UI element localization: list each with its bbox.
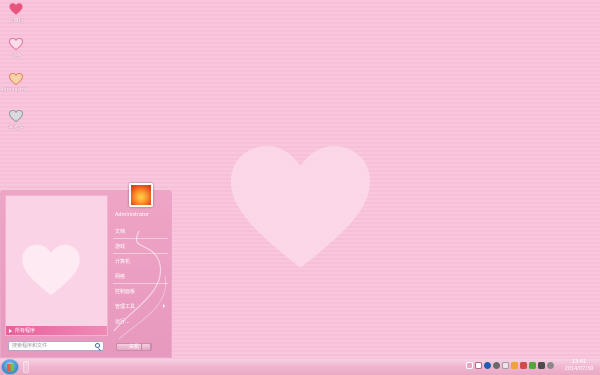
shutdown-label: 关机 — [128, 344, 139, 350]
taskbar-clock[interactable]: 13:41 2014/07/30 — [562, 359, 596, 373]
right-item-admin-tools[interactable]: 管理工具 — [115, 303, 165, 310]
network-tray-icon[interactable] — [502, 362, 509, 369]
search-placeholder: 搜索程序和文件 — [12, 343, 48, 349]
desktop-icon-label: 计算机 — [8, 18, 24, 24]
desktop-icon-label: 网络 — [10, 53, 21, 59]
wallpaper-heart-icon — [230, 146, 371, 268]
right-item-label: 管理工具 — [115, 304, 136, 310]
right-item-administrator[interactable]: Administrator — [115, 212, 149, 218]
flag-icon[interactable] — [511, 362, 518, 369]
all-programs-label: 所有程序 — [15, 328, 36, 334]
help-icon[interactable] — [484, 362, 491, 369]
network-heart-icon — [9, 38, 23, 50]
recycle-bin-heart-icon — [9, 110, 23, 122]
taskbar — [0, 358, 600, 375]
right-item-documents[interactable]: 文档 — [115, 228, 125, 235]
language-icon[interactable] — [475, 362, 482, 369]
menu-divider — [113, 283, 168, 284]
taskbar-pinned-item[interactable] — [23, 361, 29, 373]
monitor-icon[interactable] — [538, 362, 545, 369]
start-menu: 所有程序 搜索程序和文件 Administrator 文档 游戏 计算机 网络 … — [0, 183, 172, 358]
security-icon[interactable] — [520, 362, 527, 369]
app-tray-icon[interactable] — [529, 362, 536, 369]
start-menu-programs-pane: 所有程序 — [5, 195, 108, 336]
start-button[interactable] — [1, 359, 19, 375]
user-avatar[interactable] — [129, 183, 153, 207]
right-item-control-panel[interactable]: 控制面板 — [115, 288, 135, 295]
right-item-run[interactable]: 运行... — [115, 318, 130, 325]
clock-date: 2014/07/30 — [564, 366, 594, 372]
menu-divider — [113, 253, 168, 254]
desktop-icon-administrator[interactable]: Administra... — [0, 73, 32, 93]
desktop-icon-computer[interactable]: 计算机 — [0, 3, 32, 24]
search-icon[interactable] — [95, 343, 100, 348]
desktop-icon-recycle-bin[interactable]: 回收站 — [0, 110, 32, 131]
shutdown-options-button[interactable] — [141, 343, 151, 351]
desktop-icon-network[interactable]: 网络 — [0, 38, 32, 59]
right-item-network[interactable]: 网络 — [115, 273, 125, 280]
volume-icon[interactable] — [547, 362, 554, 369]
desktop-icon-label: 回收站 — [8, 125, 24, 131]
heart-icon — [22, 244, 80, 296]
settings-icon[interactable] — [493, 362, 500, 369]
windows-logo-icon — [7, 364, 14, 371]
user-folder-heart-icon — [9, 73, 23, 85]
desktop-icon-label: Administra... — [0, 87, 32, 93]
search-input[interactable]: 搜索程序和文件 — [8, 341, 104, 351]
all-programs-button[interactable]: 所有程序 — [6, 326, 107, 335]
right-item-games[interactable]: 游戏 — [115, 243, 125, 250]
arrow-right-icon — [9, 329, 12, 333]
keyboard-icon[interactable] — [466, 362, 473, 369]
submenu-arrow-icon — [163, 304, 165, 308]
right-item-computer[interactable]: 计算机 — [115, 258, 130, 265]
computer-heart-icon — [9, 3, 23, 15]
clock-time: 13:41 — [571, 359, 587, 365]
menu-divider — [113, 238, 168, 239]
